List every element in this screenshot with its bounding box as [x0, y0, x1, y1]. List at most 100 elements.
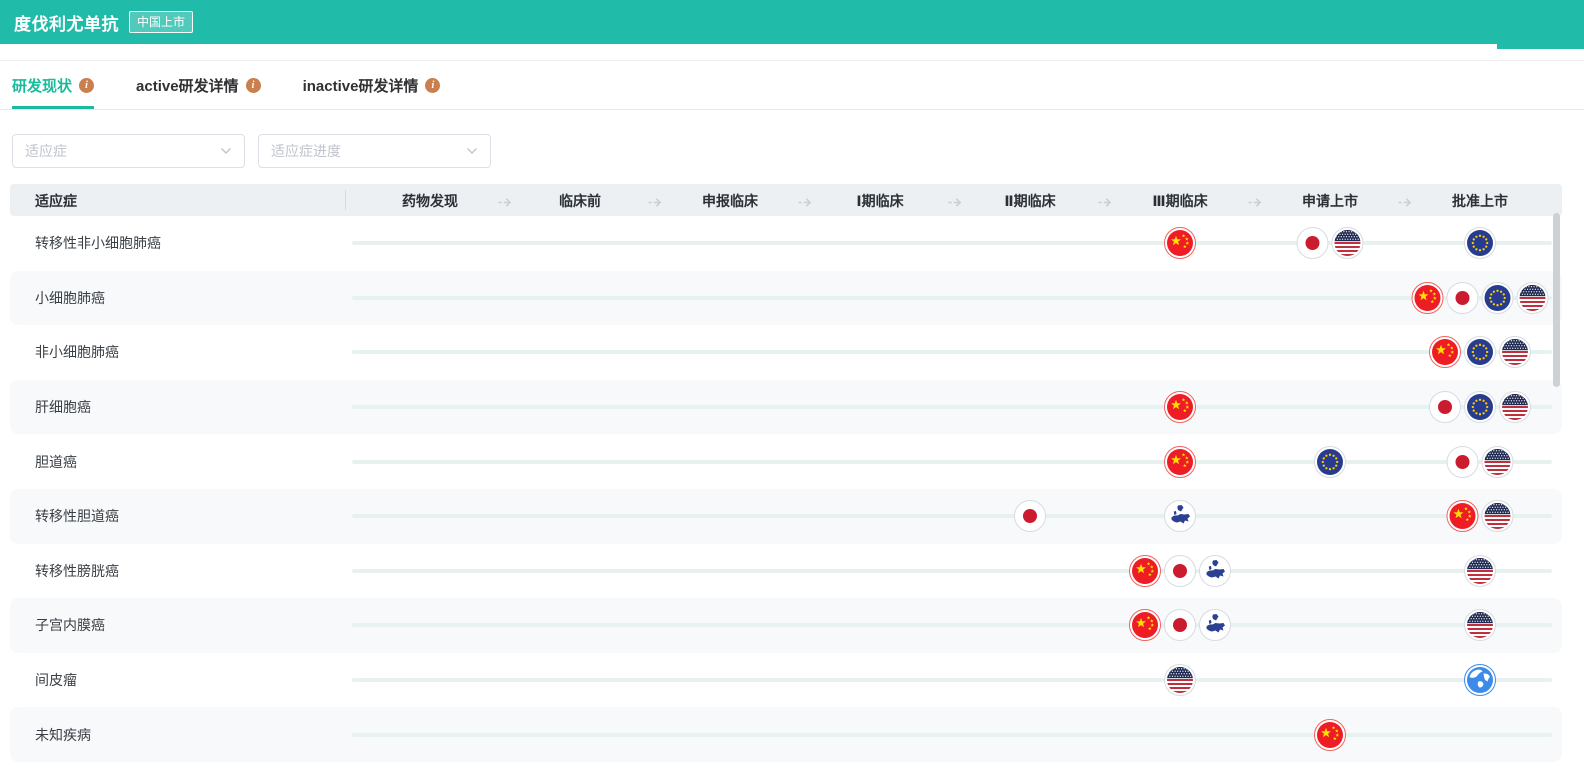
flag-japan-icon	[1014, 500, 1046, 533]
flag-eu-icon	[1314, 445, 1346, 478]
stage-flag-group	[1296, 227, 1364, 260]
flag-japan-icon	[1446, 281, 1479, 314]
stage-flag-group	[1314, 718, 1346, 751]
table-row: 转移性非小细胞肺癌	[10, 216, 1562, 271]
flag-china-icon	[1446, 500, 1479, 533]
flag-eu-icon	[1464, 336, 1496, 369]
timeline-track	[352, 295, 1552, 300]
flag-china-icon	[1164, 391, 1196, 424]
timeline-track	[352, 350, 1552, 355]
table-row: 间皮瘤	[10, 653, 1562, 708]
stage-flag-group	[1164, 445, 1196, 478]
indication-label: 未知疾病	[35, 726, 91, 743]
flag-europe-map-icon	[1199, 554, 1231, 587]
chevron-down-icon	[467, 148, 477, 154]
indication-filter-select[interactable]: 适应症	[12, 134, 245, 168]
timeline-track	[352, 241, 1552, 246]
stage-column-header: 批准上市	[1452, 193, 1508, 209]
flag-usa-icon	[1164, 664, 1196, 697]
pipeline-table: 适应症 药物发现 临床前 申报临床 Ⅰ期临床 Ⅱ期临床 Ⅲ期临床 申请上市 批准上市 转移性非…	[10, 184, 1562, 762]
tab-label: active研发详情	[136, 78, 239, 95]
select-placeholder: 适应症进度	[271, 143, 341, 159]
indication-column-header: 适应症	[35, 193, 77, 209]
stage-column-header: Ⅰ期临床	[856, 193, 904, 209]
stage-flag-group	[1429, 391, 1531, 424]
page-title: 度伐利尤单抗	[14, 14, 119, 34]
stage-flag-group	[1411, 281, 1549, 314]
stage-flag-group	[1446, 445, 1514, 478]
flag-japan-icon	[1446, 445, 1479, 478]
tab-active-rd-detail[interactable]: active研发详情	[136, 75, 261, 109]
tab-rd-status[interactable]: 研发现状	[12, 75, 95, 109]
flag-china-icon	[1164, 227, 1196, 260]
indication-progress-filter-select[interactable]: 适应症进度	[258, 134, 491, 168]
table-row: 转移性膀胱癌	[10, 544, 1562, 599]
header-bar: 度伐利尤单抗 中国上市	[0, 0, 1584, 44]
tab-label: 研发现状	[12, 78, 73, 95]
table-row: 小细胞肺癌	[10, 270, 1562, 326]
stage-flag-group	[1164, 227, 1196, 260]
table-row: 未知疾病	[10, 707, 1562, 762]
flag-japan-icon	[1164, 609, 1196, 642]
flag-japan-icon	[1429, 391, 1461, 424]
indication-label: 转移性非小细胞肺癌	[35, 235, 161, 252]
stage-flag-group	[1464, 609, 1496, 642]
flag-china-icon	[1429, 336, 1461, 369]
flag-usa-icon	[1331, 227, 1364, 260]
indication-label: 间皮瘤	[35, 672, 77, 689]
stage-flag-group	[1164, 664, 1196, 697]
select-placeholder: 适应症	[25, 143, 67, 159]
table-row: 转移性胆道癌	[10, 488, 1562, 544]
stage-column-header: Ⅲ期临床	[1152, 193, 1208, 209]
stage-flag-group	[1464, 664, 1496, 697]
flag-europe-map-icon	[1164, 500, 1196, 533]
stage-column-header: Ⅱ期临床	[1004, 193, 1056, 209]
flag-japan-icon	[1296, 227, 1329, 260]
flag-usa-icon	[1499, 391, 1531, 424]
stage-flag-group	[1464, 554, 1496, 587]
stage-flag-group	[1129, 609, 1231, 642]
flag-usa-icon	[1464, 554, 1496, 587]
flag-china-icon	[1129, 554, 1161, 587]
tab-bar: 研发现状 active研发详情 inactive研发详情	[0, 61, 1584, 110]
stage-flag-group	[1314, 445, 1346, 478]
chevron-down-icon	[221, 148, 231, 154]
header-accent-strip	[1497, 44, 1584, 49]
table-row: 胆道癌	[10, 434, 1562, 489]
flag-japan-icon	[1164, 554, 1196, 587]
table-row: 肝细胞癌	[10, 379, 1562, 435]
table-row: 非小细胞肺癌	[10, 325, 1562, 380]
flag-china-icon	[1129, 609, 1161, 642]
stage-flag-group	[1429, 336, 1531, 369]
timeline-track	[352, 405, 1552, 410]
flag-usa-icon	[1464, 609, 1496, 642]
timeline-track	[352, 514, 1552, 519]
timeline-track	[352, 678, 1552, 683]
flag-china-icon	[1411, 281, 1444, 314]
filter-bar: 适应症 适应症进度	[12, 134, 1584, 168]
vertical-scrollbar[interactable]	[1553, 213, 1560, 387]
flag-globe-icon	[1464, 664, 1496, 697]
indication-label: 非小细胞肺癌	[35, 344, 119, 361]
drug-profile-page: 度伐利尤单抗 中国上市 研发现状 active研发详情 inactive研发详情…	[0, 0, 1584, 768]
flag-eu-icon	[1464, 227, 1496, 260]
indication-label: 转移性膀胱癌	[35, 562, 119, 579]
indication-label: 子宫内膜癌	[35, 617, 105, 634]
indication-label: 胆道癌	[35, 453, 77, 470]
info-icon[interactable]	[79, 78, 95, 93]
market-status-badge: 中国上市	[129, 11, 194, 33]
stage-flag-group	[1129, 554, 1231, 587]
info-icon[interactable]	[425, 78, 441, 93]
stage-column-header: 申报临床	[702, 193, 758, 209]
info-icon[interactable]	[245, 78, 261, 93]
table-row: 子宫内膜癌	[10, 598, 1562, 653]
timeline-track	[352, 459, 1552, 464]
tab-inactive-rd-detail[interactable]: inactive研发详情	[303, 75, 441, 109]
indication-label: 转移性胆道癌	[35, 508, 119, 525]
table-rows: 转移性非小细胞肺癌小细胞肺癌非小细胞肺癌肝细胞癌胆道癌转移性胆道癌 转移性膀胱癌子…	[10, 216, 1562, 762]
stage-flag-group	[1464, 227, 1496, 260]
tab-label: inactive研发详情	[302, 78, 419, 95]
stage-flag-group	[1014, 500, 1046, 533]
flag-usa-icon	[1481, 445, 1514, 478]
stage-column-header: 申请上市	[1302, 193, 1358, 209]
